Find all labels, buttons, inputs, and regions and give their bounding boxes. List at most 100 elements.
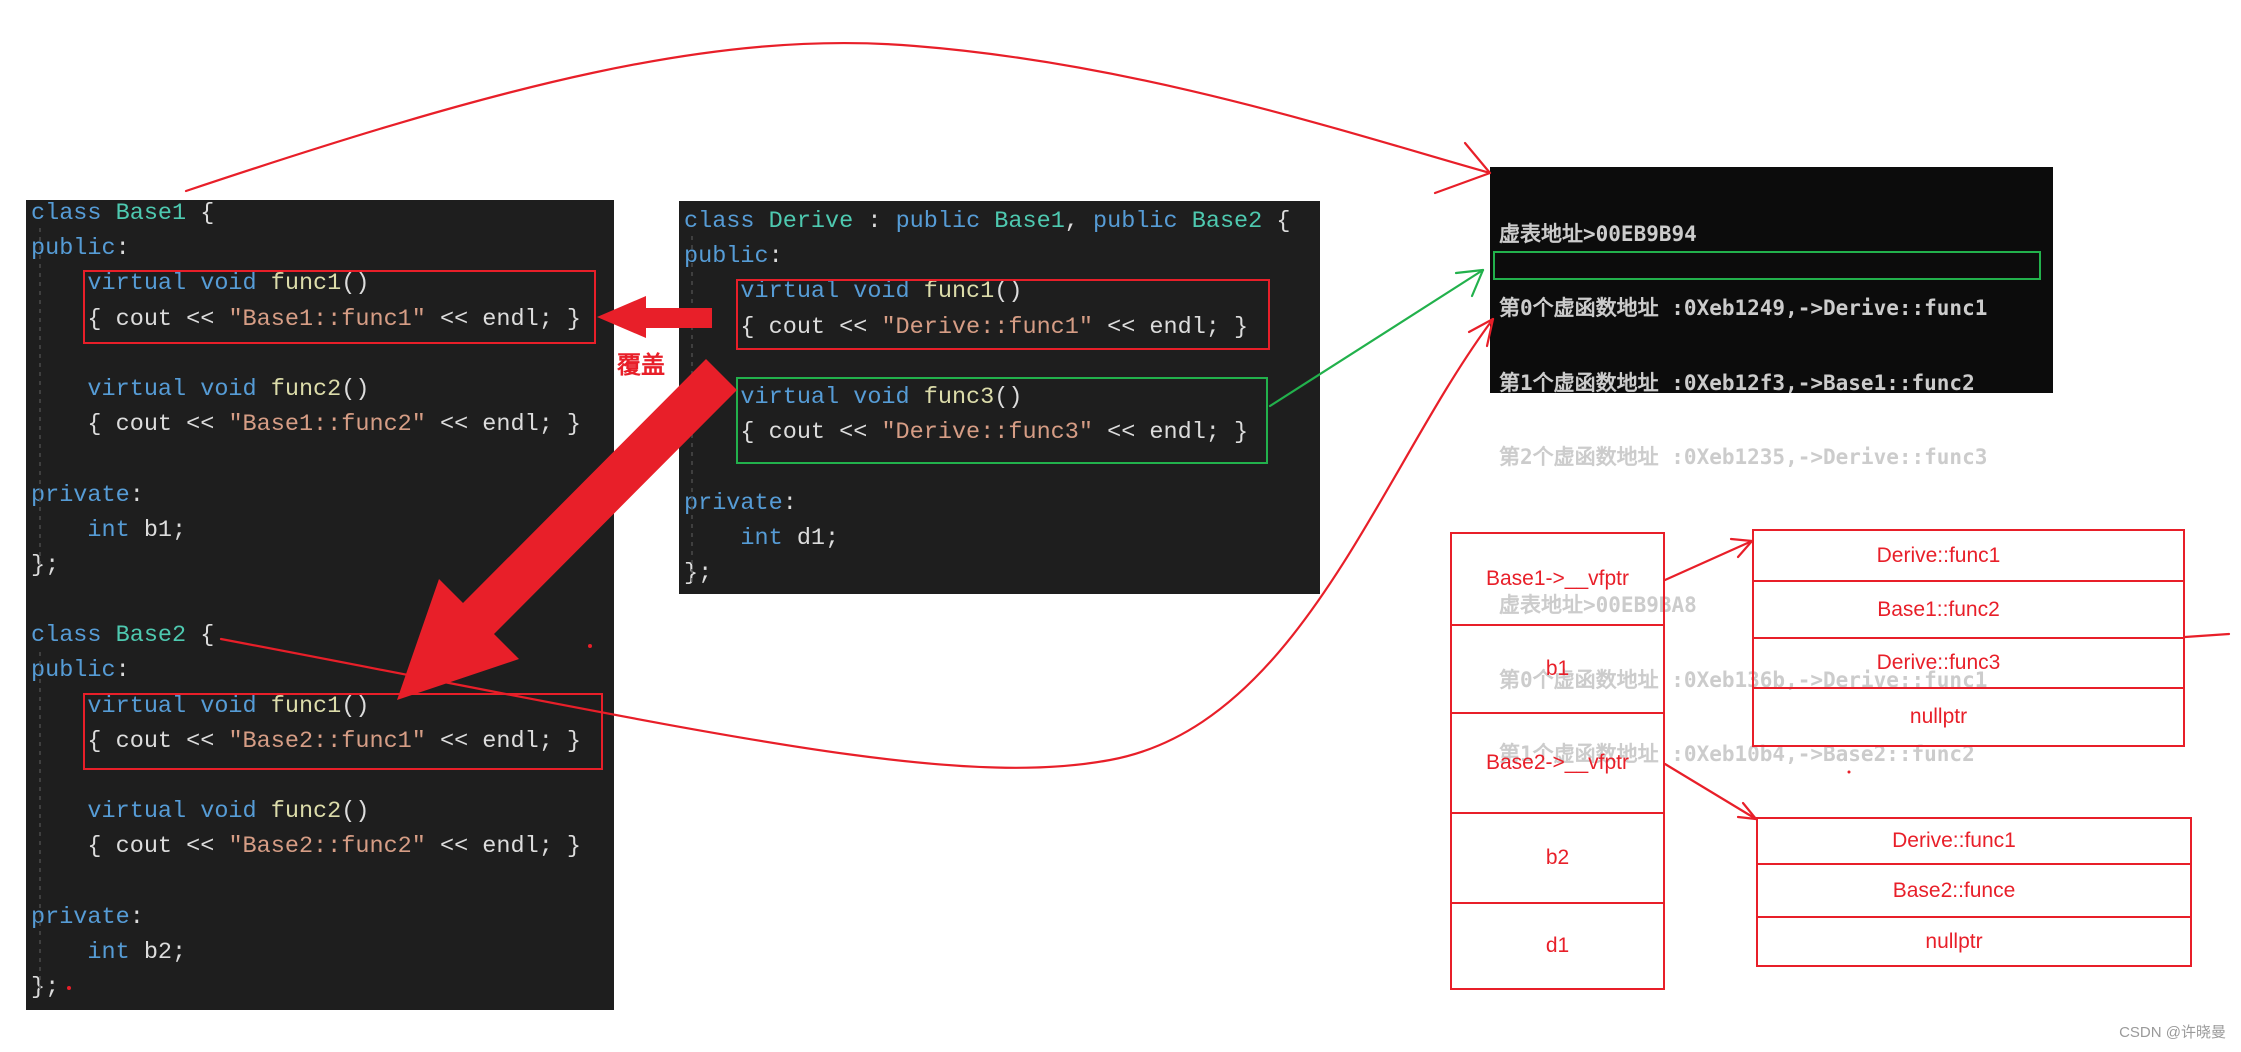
code-token: public: [1093, 208, 1192, 235]
code-line: public:: [684, 239, 1290, 274]
code-line: virtual void func2(): [31, 794, 581, 829]
code-token: };: [31, 974, 60, 1002]
vtable-entry: Derive::func1: [1876, 543, 2001, 567]
curve-arrow-base1-to-vtable1: [184, 41, 1492, 193]
code-token: class: [31, 200, 116, 227]
highlight-box-console-func3: [1493, 251, 2041, 280]
arrowhead: [1736, 801, 1758, 821]
code-line: class Base2 {: [31, 618, 581, 653]
object-field-b1: b1: [1452, 624, 1663, 712]
code-token: (): [341, 798, 370, 826]
code-token: func2: [270, 375, 342, 403]
code-token: private: [684, 489, 783, 517]
vtable-entry: Derive::func1: [1892, 829, 2016, 852]
vtable-address-line: 虚表地址>00EB9B94: [1499, 222, 1697, 246]
vtable-entry: nullptr: [1758, 916, 2190, 965]
highlight-box-derive-func3: [736, 377, 1268, 464]
code-token: {: [1262, 208, 1291, 235]
table-line-extension: [2183, 632, 2231, 639]
vtable-base2-part: Derive::func1 Base2::funce nullptr: [1756, 817, 2192, 967]
code-line: class Base1 {: [31, 196, 581, 231]
code-line: };: [31, 970, 581, 1005]
code-line: public:: [31, 653, 581, 688]
vtable-base1-part: Derive::func1 Base1::func2 Derive::func3…: [1752, 529, 2185, 747]
code-token: ,: [1064, 208, 1094, 235]
object-field-base1-vfptr: Base1->__vfptr: [1485, 567, 1629, 590]
vtable-entry: nullptr: [1754, 687, 2183, 745]
code-token: { cout <<: [31, 411, 229, 439]
override-label: 覆盖: [617, 351, 665, 379]
code-line: int d1;: [684, 521, 1290, 556]
code-token: d1;: [796, 524, 840, 552]
highlight-box-derive-func1: [736, 279, 1270, 350]
code-token: :: [129, 481, 144, 509]
vtable-entry-line: 第1个虚函数地址 :0Xeb12f3,->Base1::func2: [1499, 370, 1975, 395]
code-line: private:: [31, 478, 581, 513]
code-token: public: [31, 657, 116, 685]
code-token: << endl; }: [425, 833, 582, 861]
vtable-entry-line: 第0个虚函数地址 :0Xeb1249,->Derive::func1: [1499, 296, 1988, 321]
code-token: Derive: [768, 208, 854, 235]
code-token: };: [31, 551, 60, 579]
code-token: };: [684, 559, 713, 587]
highlight-box-base2-func1: [83, 693, 603, 770]
vtable-entry: Base2::funce: [1758, 863, 2190, 916]
code-line: };: [684, 556, 1290, 591]
code-token: public: [31, 235, 116, 263]
code-line: };: [31, 548, 581, 583]
code-token: int: [31, 516, 144, 544]
code-token: :: [853, 208, 896, 235]
code-token: :: [768, 243, 783, 271]
code-token: {: [186, 622, 215, 650]
code-line: { cout << "Base2::func2" << endl; }: [31, 829, 581, 864]
code-token: "Base1::func2": [228, 411, 426, 439]
code-line: int b2;: [31, 935, 581, 970]
vtable-entry: Base1::func2: [1754, 580, 2183, 637]
code-line: class Derive : public Base1, public Base…: [684, 204, 1290, 239]
object-field-d1: d1: [1452, 902, 1663, 988]
code-token: int: [31, 938, 144, 966]
watermark: CSDN @许晓曼: [2119, 1024, 2226, 1041]
vtable-entry-line: 第2个虚函数地址 :0Xeb1235,->Derive::func3: [1499, 444, 1988, 469]
code-token: public: [895, 208, 995, 235]
object-field-base2-vfptr: Base2->__vfptr: [1452, 712, 1663, 812]
code-token: b2;: [143, 938, 187, 966]
code-token: { cout <<: [31, 833, 229, 861]
code-token: public: [684, 243, 769, 271]
code-line: virtual void func2(): [31, 372, 581, 407]
code-token: "Base2::func2": [228, 833, 426, 861]
code-token: private: [31, 903, 130, 931]
object-field-b2: b2: [1452, 812, 1663, 902]
highlight-box-base1-func1: [83, 270, 596, 344]
code-token: Base1: [994, 208, 1065, 235]
code-token: :: [782, 489, 797, 517]
vtable-entry: Derive::func3: [1754, 637, 2183, 687]
code-token: class: [31, 622, 116, 650]
arrowhead: [1433, 141, 1492, 195]
code-token: private: [31, 481, 130, 509]
arrowhead: [1454, 268, 1485, 298]
code-line: private:: [31, 900, 581, 935]
code-line: private:: [684, 486, 1290, 521]
code-token: :: [115, 657, 130, 685]
code-token: func2: [270, 798, 342, 826]
code-token: virtual void: [31, 375, 271, 403]
code-token: Base1: [115, 200, 187, 227]
code-token: class: [684, 208, 769, 235]
code-token: int: [684, 524, 797, 552]
code-token: Base2: [1191, 208, 1263, 235]
code-token: << endl; }: [425, 411, 582, 439]
code-token: :: [129, 903, 144, 931]
code-token: virtual void: [31, 798, 271, 826]
derive-object-layout: Base1->__vfptr b1 Base2->__vfptr b2 d1: [1450, 532, 1665, 990]
code-token: b1;: [143, 516, 187, 544]
code-line: { cout << "Base1::func2" << endl; }: [31, 407, 581, 442]
code-token: (): [341, 375, 370, 403]
code-token: {: [186, 200, 215, 227]
code-line: public:: [31, 231, 581, 266]
code-token: :: [115, 235, 130, 263]
